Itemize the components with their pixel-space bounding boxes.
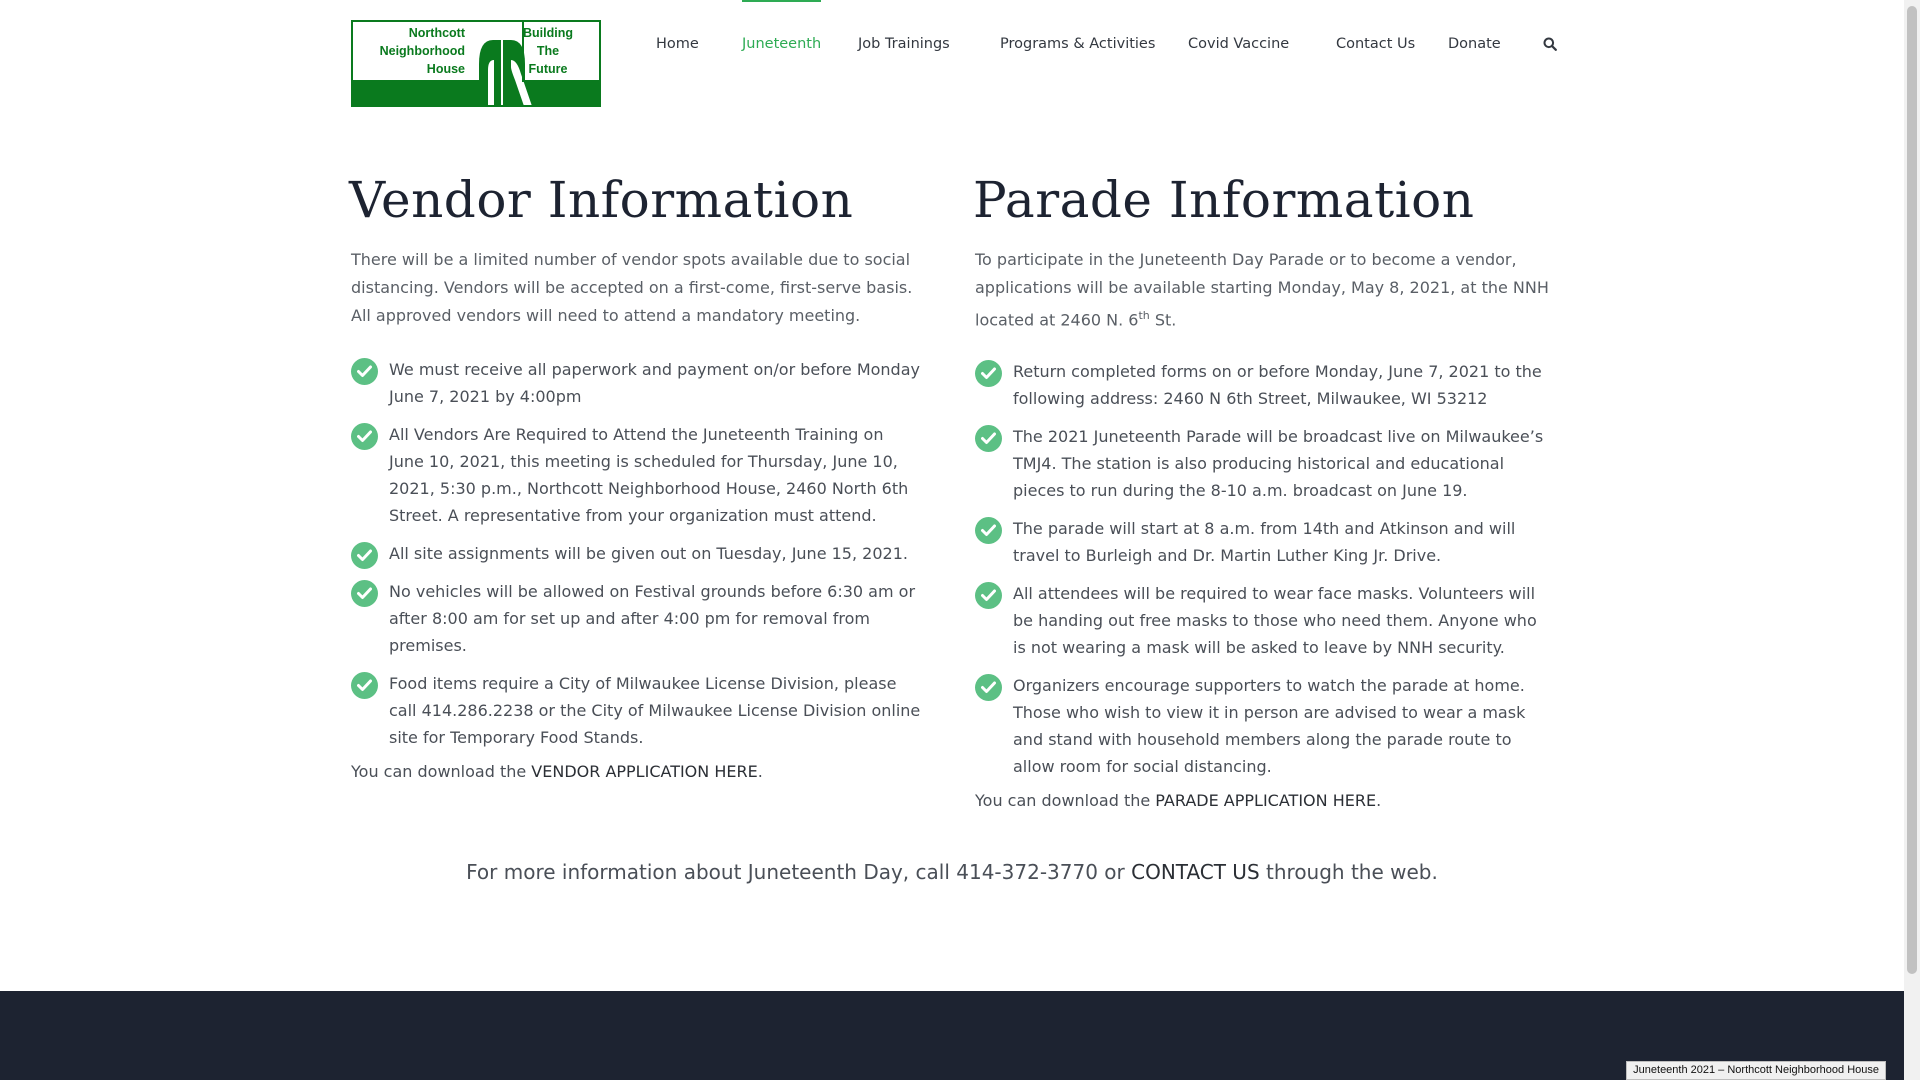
check-circle-icon — [975, 425, 1002, 452]
nav-item-contact-us[interactable]: Contact Us — [1336, 0, 1415, 88]
list-item-text: All attendees will be required to wear f… — [1013, 584, 1537, 657]
list-item: Return completed forms on or before Mond… — [975, 358, 1553, 412]
check-circle-icon — [975, 517, 1002, 544]
parade-download-line: You can download the PARADE APPLICATION … — [975, 788, 1381, 814]
nav-item-programs-activities[interactable]: Programs & Activities — [1000, 0, 1155, 88]
list-item: All Vendors Are Required to Attend the J… — [351, 421, 923, 529]
nav-item-home[interactable]: Home — [656, 0, 699, 88]
parade-intro: To participate in the Juneteenth Day Par… — [975, 246, 1553, 334]
logo-text-left: Northcott Neighborhood House — [379, 26, 465, 76]
parade-intro-sup: th — [1138, 309, 1150, 322]
contact-us-link[interactable]: CONTACT US — [1131, 860, 1260, 884]
more-info-suffix: through the web. — [1259, 860, 1438, 884]
site-logo[interactable]: Northcott Neighborhood House Building Th… — [351, 20, 601, 107]
check-circle-icon — [351, 672, 378, 699]
vendor-download-suffix: . — [757, 762, 763, 781]
check-circle-icon — [351, 580, 378, 607]
check-circle-icon — [351, 358, 378, 385]
list-item-text: No vehicles will be allowed on Festival … — [389, 582, 916, 655]
parade-intro-main: To participate in the Juneteenth Day Par… — [975, 250, 1549, 330]
list-item-text: Return completed forms on or before Mond… — [1013, 362, 1542, 408]
list-item: All site assignments will be given out o… — [351, 540, 923, 569]
check-circle-icon — [975, 674, 1002, 701]
nav-item-juneteenth[interactable]: Juneteenth — [742, 0, 822, 88]
vertical-scrollbar[interactable] — [1904, 0, 1920, 1080]
list-item: The parade will start at 8 a.m. from 14t… — [975, 515, 1553, 569]
browser-viewport: Northcott Neighborhood House Building Th… — [0, 0, 1904, 1080]
check-circle-icon — [351, 423, 378, 450]
list-item: The 2021 Juneteenth Parade will be broad… — [975, 423, 1553, 504]
more-info-line: For more information about Juneteenth Da… — [351, 860, 1553, 884]
list-item-text: The parade will start at 8 a.m. from 14t… — [1013, 519, 1516, 565]
list-item-text: All site assignments will be given out o… — [389, 544, 908, 563]
more-info-prefix: For more information about Juneteenth Da… — [466, 860, 1132, 884]
parade-download-suffix: . — [1376, 791, 1382, 810]
list-item-text: The 2021 Juneteenth Parade will be broad… — [1013, 427, 1544, 500]
parade-list: Return completed forms on or before Mond… — [975, 358, 1553, 791]
logo-text-right: Building The Future — [523, 26, 573, 76]
browser-status-bar: Juneteenth 2021 – Northcott Neighborhood… — [1626, 1061, 1886, 1080]
vendor-title: Vendor Information — [349, 171, 854, 229]
vendor-download-prefix: You can download the — [351, 762, 532, 781]
vendor-list: We must receive all paperwork and paymen… — [351, 356, 923, 762]
parade-download-prefix: You can download the — [975, 791, 1156, 810]
check-circle-icon — [975, 582, 1002, 609]
site-footer — [0, 991, 1904, 1080]
list-item-text: All Vendors Are Required to Attend the J… — [389, 425, 909, 525]
list-item-text: Organizers encourage supporters to watch… — [1013, 676, 1526, 776]
site-header: Northcott Neighborhood House Building Th… — [351, 0, 1557, 110]
search-icon[interactable] — [1543, 36, 1557, 55]
check-circle-icon — [975, 360, 1002, 387]
parade-intro-end: St. — [1149, 310, 1177, 330]
vendor-download-line: You can download the VENDOR APPLICATION … — [351, 759, 763, 785]
vendor-application-link[interactable]: VENDOR APPLICATION HERE — [531, 762, 757, 781]
list-item: No vehicles will be allowed on Festival … — [351, 578, 923, 659]
list-item: Food items require a City of Milwaukee L… — [351, 670, 923, 751]
nav-item-donate[interactable]: Donate — [1448, 0, 1501, 88]
nav-item-covid-vaccine[interactable]: Covid Vaccine — [1188, 0, 1289, 88]
check-circle-icon — [351, 542, 378, 569]
list-item-text: Food items require a City of Milwaukee L… — [389, 674, 921, 747]
list-item: We must receive all paperwork and paymen… — [351, 356, 923, 410]
parade-application-link[interactable]: PARADE APPLICATION HERE — [1155, 791, 1376, 810]
list-item: Organizers encourage supporters to watch… — [975, 672, 1553, 780]
nav-item-job-trainings[interactable]: Job Trainings — [858, 0, 950, 88]
list-item-text: We must receive all paperwork and paymen… — [389, 360, 920, 406]
vendor-intro: There will be a limited number of vendor… — [351, 250, 913, 325]
list-item: All attendees will be required to wear f… — [975, 580, 1553, 661]
parade-title: Parade Information — [973, 171, 1475, 229]
scrollbar-thumb[interactable] — [1907, 6, 1917, 974]
